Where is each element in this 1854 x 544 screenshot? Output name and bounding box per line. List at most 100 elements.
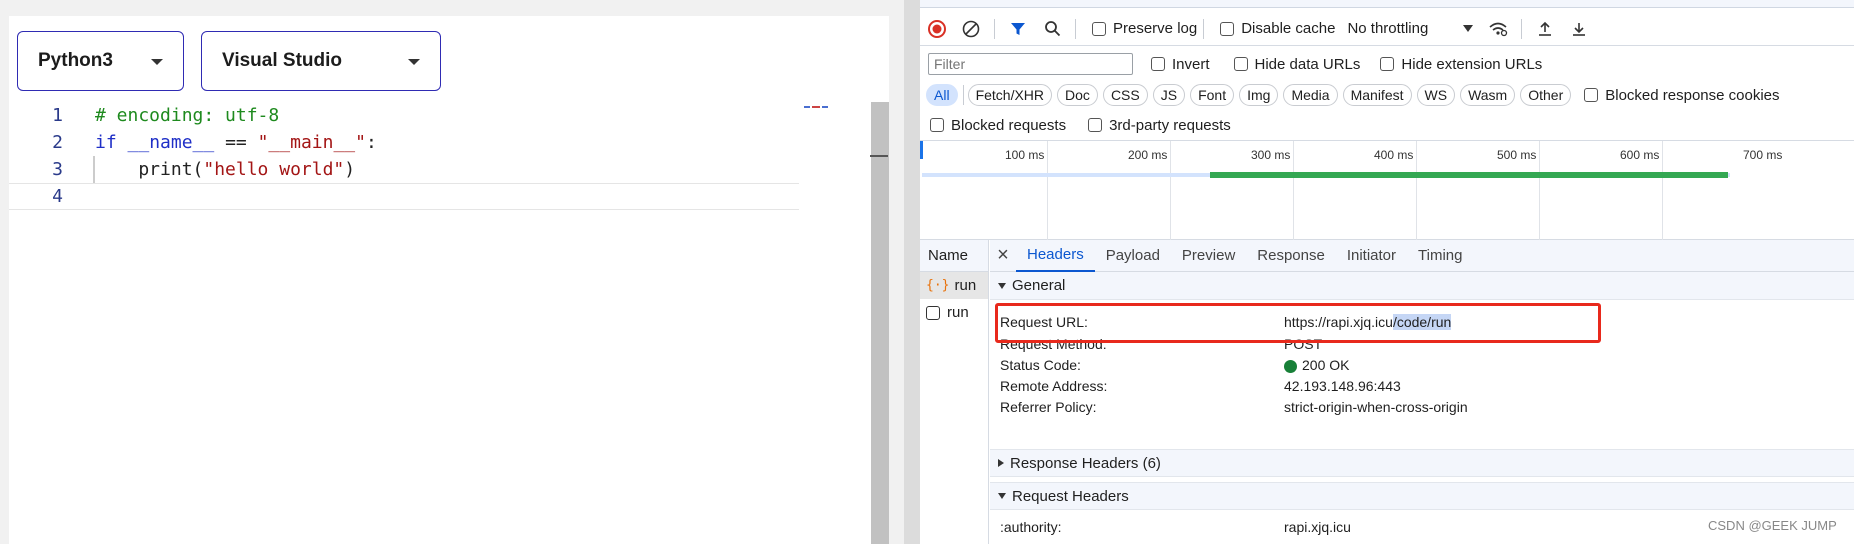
timeline-gridline xyxy=(1662,141,1663,241)
referrer-policy-label: Referrer Policy: xyxy=(1000,399,1097,415)
checkbox-box[interactable] xyxy=(1151,57,1165,71)
hide-data-urls-checkbox[interactable]: Hide data URLs xyxy=(1233,55,1361,73)
authority-label: :authority: xyxy=(1000,519,1062,535)
network-overview-timeline[interactable]: 100 ms 200 ms 300 ms 400 ms 500 ms 600 m… xyxy=(920,140,1854,241)
type-filter-wasm[interactable]: Wasm xyxy=(1460,84,1516,106)
export-har-icon[interactable] xyxy=(1562,12,1596,46)
network-conditions-icon[interactable] xyxy=(1481,12,1515,46)
authority-row: :authority: rapi.xjq.icu xyxy=(1000,517,1351,537)
tab-response[interactable]: Response xyxy=(1246,240,1336,272)
response-headers-section-header[interactable]: Response Headers (6) xyxy=(990,449,1854,477)
blocked-row: Blocked requests 3rd-party requests xyxy=(920,112,1854,138)
toolbar-divider xyxy=(962,85,964,105)
request-item[interactable]: run xyxy=(920,299,988,326)
blocked-requests-checkbox[interactable]: Blocked requests xyxy=(930,117,1066,134)
import-har-icon[interactable] xyxy=(1528,12,1562,46)
timeline-tick-label: 400 ms xyxy=(1374,148,1414,162)
resource-type-filters: All Fetch/XHR Doc CSS JS Font Img Media … xyxy=(920,82,1854,108)
checkbox-box[interactable] xyxy=(1088,118,1103,132)
minimap-icon xyxy=(804,106,828,108)
code-line: 1 # encoding: utf-8 xyxy=(9,102,799,129)
throttling-label: No throttling xyxy=(1347,20,1429,37)
third-party-label: 3rd-party requests xyxy=(1109,116,1231,134)
checkbox-box[interactable] xyxy=(930,118,944,132)
filter-row: Invert Hide data URLs Hide extension URL… xyxy=(920,50,1854,78)
request-name: run xyxy=(954,277,977,294)
type-filter-img[interactable]: Img xyxy=(1239,84,1279,106)
request-headers-title: Request Headers xyxy=(1012,487,1129,505)
tab-preview[interactable]: Preview xyxy=(1171,240,1246,272)
type-filter-manifest[interactable]: Manifest xyxy=(1342,84,1412,106)
type-filter-media[interactable]: Media xyxy=(1283,84,1338,106)
timeline-gridline xyxy=(1170,141,1171,241)
name-token: __name__ xyxy=(127,132,215,153)
type-filter-doc[interactable]: Doc xyxy=(1057,84,1098,106)
timeline-tick-label: 600 ms xyxy=(1620,148,1660,162)
checkbox-box[interactable] xyxy=(1584,88,1599,102)
line-number: 1 xyxy=(52,105,63,126)
hide-data-urls-label: Hide data URLs xyxy=(1254,55,1361,73)
disable-cache-checkbox[interactable]: Disable cache xyxy=(1220,20,1335,37)
scrollbar-mark xyxy=(870,155,888,157)
general-title: General xyxy=(1012,277,1066,294)
status-code-text: 200 OK xyxy=(1302,357,1350,373)
devtools-network-panel: Preserve log Disable cache No throttling… xyxy=(920,0,1854,544)
remote-address-row: Remote Address: 42.193.148.96:443 xyxy=(1000,376,1401,396)
type-filter-css[interactable]: CSS xyxy=(1102,84,1148,106)
editor-scrollbar[interactable] xyxy=(871,102,889,544)
filter-funnel-icon[interactable] xyxy=(1001,12,1035,46)
type-filter-ws[interactable]: WS xyxy=(1416,84,1456,106)
timeline-tick-label: 500 ms xyxy=(1497,148,1537,162)
keyword-token: if xyxy=(95,132,117,153)
preserve-log-checkbox[interactable]: Preserve log xyxy=(1092,20,1197,37)
toolbar-divider xyxy=(1075,18,1076,39)
blocked-cookies-label: Blocked response cookies xyxy=(1605,86,1780,104)
checkbox-box[interactable] xyxy=(1233,57,1248,71)
code-line-active: 4 xyxy=(9,183,799,210)
code-editor[interactable]: 1 # encoding: utf-8 2 if __name__ == "__… xyxy=(9,102,889,544)
timeline-gridline xyxy=(1293,141,1294,241)
request-list: Name {·} run run xyxy=(920,240,989,544)
code-text: if __name__ == "__main__": xyxy=(95,132,377,153)
referrer-policy-row: Referrer Policy: strict-origin-when-cros… xyxy=(1000,397,1468,417)
tab-payload[interactable]: Payload xyxy=(1095,240,1171,272)
type-filter-other[interactable]: Other xyxy=(1520,84,1572,106)
code-line: 2 if __name__ == "__main__": xyxy=(9,129,799,156)
timeline-tick-label: 700 ms xyxy=(1743,148,1783,162)
filter-input[interactable] xyxy=(928,53,1133,75)
throttling-select[interactable]: No throttling xyxy=(1347,20,1474,37)
type-filter-js[interactable]: JS xyxy=(1152,84,1186,106)
tab-initiator[interactable]: Initiator xyxy=(1336,240,1407,272)
panel-splitter[interactable] xyxy=(904,0,920,544)
clear-icon[interactable] xyxy=(954,12,988,46)
theme-select[interactable]: Visual Studio xyxy=(201,31,441,91)
search-icon[interactable] xyxy=(1035,12,1069,46)
detail-tabs: × Headers Payload Preview Response Initi… xyxy=(990,240,1854,272)
watermark: CSDN @GEEK JUMP xyxy=(1708,518,1837,533)
disable-cache-label: Disable cache xyxy=(1241,20,1336,37)
type-filter-all[interactable]: All xyxy=(926,84,958,106)
close-icon[interactable]: × xyxy=(990,244,1016,267)
tab-timing[interactable]: Timing xyxy=(1407,240,1473,272)
blocked-cookies-checkbox[interactable]: Blocked response cookies xyxy=(1584,86,1780,104)
checkbox-box[interactable] xyxy=(1220,21,1235,36)
third-party-checkbox[interactable]: 3rd-party requests xyxy=(1088,117,1231,134)
language-select[interactable]: Python3 xyxy=(17,31,184,91)
hide-extension-urls-checkbox[interactable]: Hide extension URLs xyxy=(1380,56,1542,73)
chevron-down-icon xyxy=(151,59,163,65)
record-stop-icon[interactable] xyxy=(920,12,954,46)
network-toolbar: Preserve log Disable cache No throttling xyxy=(920,12,1854,46)
request-list-header[interactable]: Name xyxy=(920,240,988,272)
checkbox-box[interactable] xyxy=(1380,57,1395,71)
invert-checkbox[interactable]: Invert xyxy=(1151,56,1210,73)
line-number: 4 xyxy=(52,186,63,207)
checkbox-box[interactable] xyxy=(1092,21,1106,36)
type-filter-font[interactable]: Font xyxy=(1190,84,1235,106)
general-section-header[interactable]: General xyxy=(990,272,1854,300)
left-edge xyxy=(0,0,9,544)
type-filter-fetch-xhr[interactable]: Fetch/XHR xyxy=(967,84,1053,106)
request-item[interactable]: {·} run xyxy=(920,272,988,299)
punct-token: : xyxy=(365,132,377,153)
tab-headers[interactable]: Headers xyxy=(1016,240,1095,272)
request-headers-section-header[interactable]: Request Headers xyxy=(990,482,1854,510)
